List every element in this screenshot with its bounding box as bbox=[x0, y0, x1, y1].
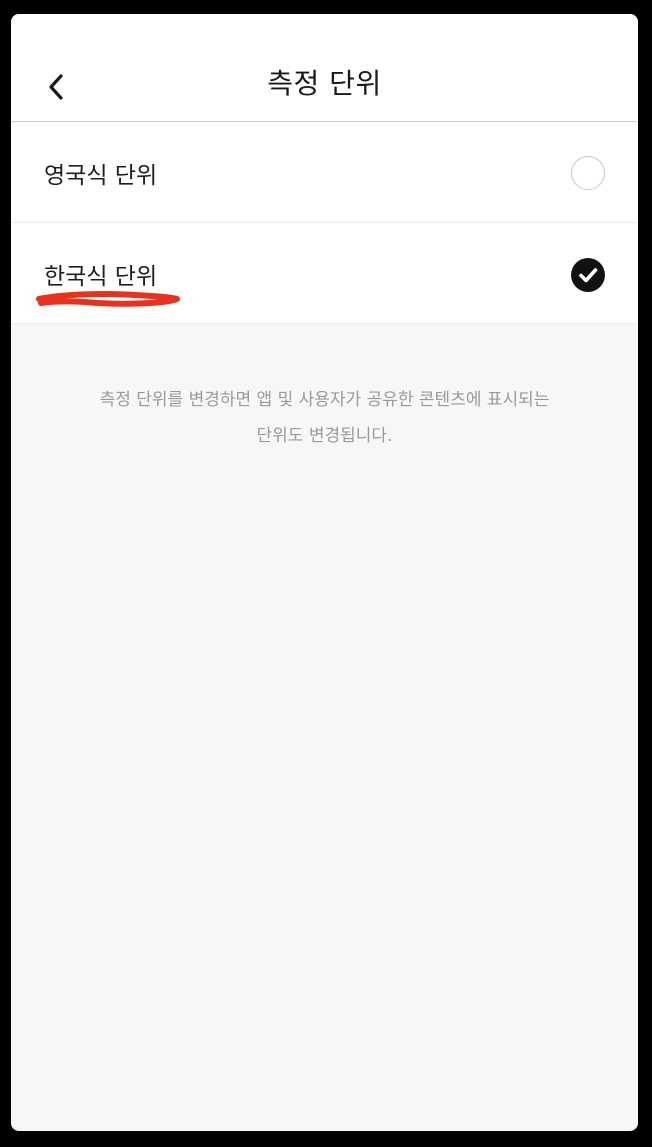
unit-change-info: 측정 단위를 변경하면 앱 및 사용자가 공유한 콘텐츠에 표시되는 단위도 변… bbox=[51, 382, 598, 454]
page-title: 측정 단위 bbox=[267, 67, 382, 100]
device-screen: 측정 단위 영국식 단위 한국식 단위 측정 단위를 변경하면 앱 및 사용자가… bbox=[11, 14, 638, 1131]
info-line-1: 측정 단위를 변경하면 앱 및 사용자가 공유한 콘텐츠에 표시되는 bbox=[99, 390, 550, 410]
checkmark-icon[interactable] bbox=[571, 258, 605, 292]
option-korean-units[interactable]: 한국식 단위 bbox=[11, 223, 638, 324]
option-imperial-units[interactable]: 영국식 단위 bbox=[11, 122, 638, 223]
radio-unselected-icon[interactable] bbox=[571, 156, 605, 190]
option-label: 한국식 단위 bbox=[44, 264, 158, 290]
info-line-2: 단위도 변경됩니다. bbox=[256, 426, 393, 446]
header-bar: 측정 단위 bbox=[11, 14, 638, 122]
unit-option-list: 영국식 단위 한국식 단위 bbox=[11, 122, 638, 324]
option-label: 영국식 단위 bbox=[44, 163, 158, 189]
